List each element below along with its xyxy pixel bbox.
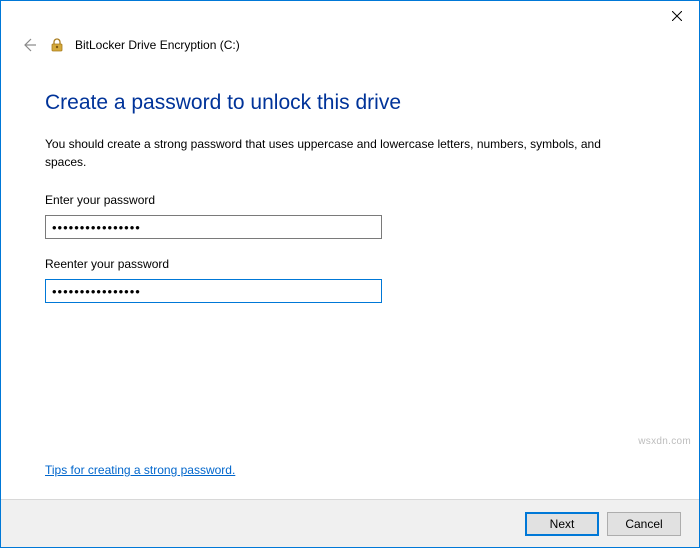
close-button[interactable] [655, 1, 699, 31]
close-icon [672, 11, 682, 21]
back-button[interactable] [19, 35, 39, 55]
enter-password-label: Enter your password [45, 193, 655, 207]
watermark: wsxdn.com [638, 436, 691, 447]
reenter-password-input[interactable] [45, 279, 382, 303]
next-button[interactable]: Next [525, 512, 599, 536]
content-area: Create a password to unlock this drive Y… [1, 55, 699, 499]
header-row: BitLocker Drive Encryption (C:) [1, 31, 699, 55]
tips-link[interactable]: Tips for creating a strong password. [45, 463, 235, 477]
button-bar: Next Cancel [1, 499, 699, 547]
wizard-window: BitLocker Drive Encryption (C:) Create a… [0, 0, 700, 548]
cancel-button[interactable]: Cancel [607, 512, 681, 536]
reenter-password-label: Reenter your password [45, 257, 655, 271]
wizard-title: BitLocker Drive Encryption (C:) [75, 38, 240, 52]
title-bar [1, 1, 699, 31]
bitlocker-icon [49, 37, 65, 53]
enter-password-input[interactable] [45, 215, 382, 239]
page-heading: Create a password to unlock this drive [45, 91, 655, 115]
back-arrow-icon [21, 37, 37, 53]
description-text: You should create a strong password that… [45, 135, 625, 171]
